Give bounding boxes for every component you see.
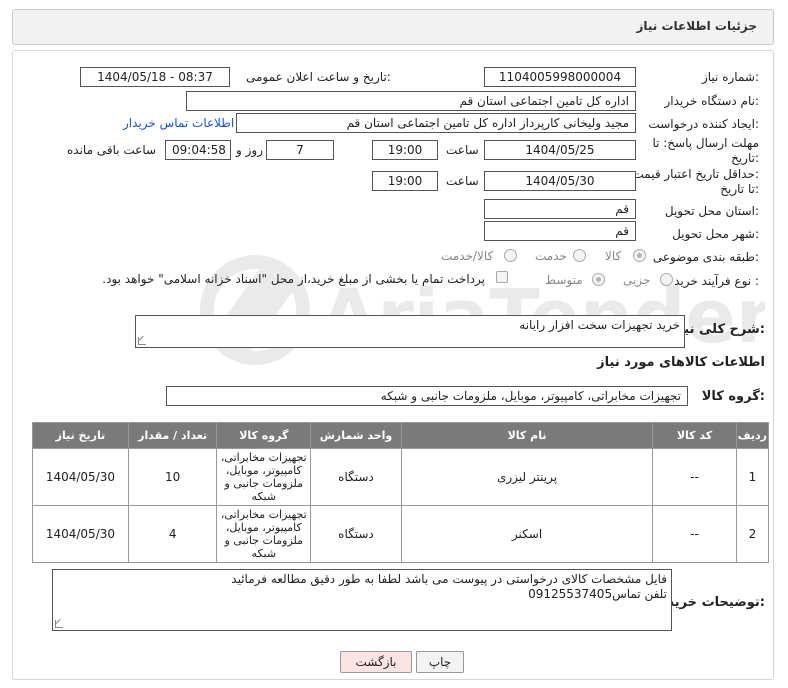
announce-field[interactable]: 1404/05/18 - 08:37 (80, 67, 230, 87)
cell-date: 1404/05/30 (32, 505, 129, 563)
validity-time-field[interactable]: 19:00 (372, 171, 438, 191)
description-label: شرح کلی نیاز: (671, 322, 765, 337)
buyer-notes-field[interactable]: فایل مشخصات کالای درخواستی در پیوست می ب… (52, 569, 672, 631)
process-radio-minor[interactable] (660, 273, 673, 286)
contact-info-link[interactable]: اطلاعات تماس خریدار (123, 116, 234, 130)
cell-group: تجهیزات مخابراتی، کامپیوتر، موبایل، ملزو… (216, 505, 312, 563)
deadline-time-label: ساعت (446, 143, 479, 157)
need-number-field[interactable]: 1104005998000004 (484, 67, 636, 87)
col-header-name: نام کالا (400, 422, 654, 449)
description-text: خرید تجهیزات سخت افزار رایانه (519, 318, 680, 332)
col-header-date: تاریخ نیاز (32, 422, 129, 449)
buyer-org-field[interactable]: اداره کل تامین اجتماعی استان قم (186, 91, 636, 111)
col-header-unit: واحد شمارش (310, 422, 402, 449)
category-option-goods: کالا (605, 249, 622, 263)
process-option-medium: متوسط (545, 273, 583, 287)
min-validity-label-2: تا تاریخ: (720, 182, 759, 196)
deadline-date-field[interactable]: 1404/05/25 (484, 140, 636, 160)
cell-code: -- (652, 448, 737, 506)
items-table: ردیف کد کالا نام کالا واحد شمارش گروه کا… (32, 422, 770, 563)
requester-label: ایجاد کننده درخواست: (648, 117, 759, 131)
province-field[interactable]: قم (484, 199, 636, 219)
city-label: شهر محل تحویل: (672, 227, 759, 241)
deadline-label: مهلت ارسال پاسخ: تا (652, 136, 759, 150)
buyer-notes-line-1: فایل مشخصات کالای درخواستی در پیوست می ب… (231, 572, 667, 586)
days-remaining-field[interactable]: 7 (266, 140, 334, 160)
category-option-both: کالا/خدمت (441, 249, 494, 263)
deadline-label-2: تاریخ: (731, 151, 759, 165)
resize-grip-icon[interactable] (138, 337, 146, 345)
category-radio-both[interactable] (504, 249, 517, 262)
print-button[interactable]: چاپ (416, 651, 464, 673)
cell-date: 1404/05/30 (32, 448, 129, 506)
cell-qty: 4 (127, 505, 218, 563)
col-header-group: گروه کالا (216, 422, 312, 449)
province-label: استان محل تحویل: (664, 204, 759, 218)
validity-time-label: ساعت (446, 174, 479, 188)
cell-qty: 10 (127, 448, 218, 506)
min-validity-label: حداقل تاریخ اعتبار قیمت: (632, 167, 759, 181)
goods-group-field[interactable]: تجهیزات مخابراتی، کامپیوتر، موبایل، ملزو… (166, 386, 688, 406)
city-field[interactable]: قم (484, 221, 636, 241)
cell-name: پرینتر لیزری (400, 448, 654, 506)
back-button[interactable]: بازگشت (340, 651, 412, 673)
watermark-logo: AriaTender.net (200, 255, 765, 365)
remaining-time-field[interactable]: 09:04:58 (165, 140, 231, 160)
cell-index: 2 (735, 505, 770, 563)
goods-group-label: گروه کالا: (701, 389, 765, 404)
remaining-label: ساعت باقی مانده (67, 143, 157, 157)
process-label: نوع فرآیند خرید : (674, 274, 759, 288)
days-label: روز و (236, 143, 263, 157)
process-option-minor: جزیی (623, 273, 651, 287)
category-label: طبقه بندی موضوعی: (652, 250, 759, 264)
category-radio-service[interactable] (573, 249, 586, 262)
category-option-service: خدمت (535, 249, 567, 263)
deadline-time-field[interactable]: 19:00 (372, 140, 438, 160)
need-number-label: شماره نیاز: (701, 70, 759, 84)
requester-field[interactable]: مجید ولیخانی کارپرداز اداره کل تامین اجت… (236, 113, 636, 133)
goods-info-title: اطلاعات کالاهای مورد نیاز (597, 355, 765, 370)
col-header-index: ردیف (735, 422, 770, 449)
cell-name: اسکنر (400, 505, 654, 563)
cell-unit: دستگاه (310, 505, 402, 563)
cell-unit: دستگاه (310, 448, 402, 506)
table-row[interactable]: 1 -- پرینتر لیزری دستگاه تجهیزات مخابرات… (32, 448, 770, 506)
table-row[interactable]: 2 -- اسکنر دستگاه تجهیزات مخابراتی، کامپ… (32, 505, 770, 563)
resize-grip-icon[interactable] (55, 620, 63, 628)
col-header-qty: تعداد / مقدار (127, 422, 218, 449)
page-header: جزئیات اطلاعات نیاز (12, 9, 774, 45)
category-radio-goods[interactable] (633, 249, 646, 262)
page-title: جزئیات اطلاعات نیاز (636, 19, 757, 33)
cell-group: تجهیزات مخابراتی، کامپیوتر، موبایل، ملزو… (216, 448, 312, 506)
buyer-org-label: نام دستگاه خریدار: (664, 94, 760, 108)
buyer-notes-line-2: تلفن تماس09125537405 (528, 587, 667, 601)
table-header-row: ردیف کد کالا نام کالا واحد شمارش گروه کا… (32, 422, 770, 449)
col-header-code: کد کالا (652, 422, 737, 449)
announce-label: تاریخ و ساعت اعلان عمومی: (246, 70, 391, 84)
payment-note: پرداخت تمام یا بخشی از مبلغ خرید،از محل … (102, 272, 485, 286)
process-radio-medium[interactable] (592, 273, 605, 286)
cell-code: -- (652, 505, 737, 563)
cell-index: 1 (735, 448, 770, 506)
description-field[interactable]: خرید تجهیزات سخت افزار رایانه (135, 315, 685, 348)
validity-date-field[interactable]: 1404/05/30 (484, 171, 636, 191)
treasury-checkbox[interactable] (496, 271, 508, 283)
